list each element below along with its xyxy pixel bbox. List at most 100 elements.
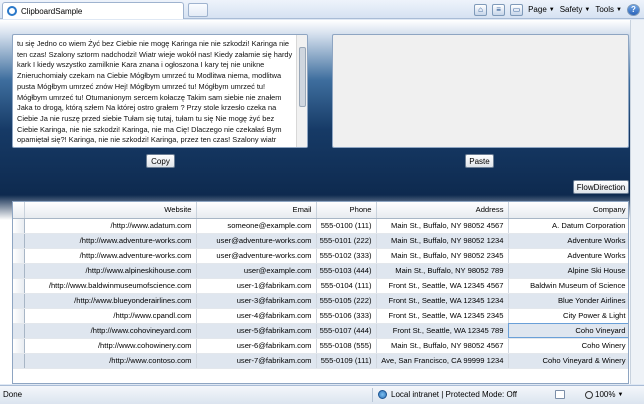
cell-website[interactable]: /http://www.contoso.com [24,353,197,369]
cell-website[interactable]: /http://www.adventure-works.com [24,233,197,249]
browser-tab[interactable]: ClipboardSample [2,2,184,19]
row-header[interactable] [13,353,25,369]
cell-address[interactable]: Front St., Seattle, WA 12345 4567 [376,278,509,294]
cell-address[interactable]: Main St., Buffalo, NY 98052 4567 [376,338,509,354]
cell-email[interactable]: user@adventure-works.com [196,248,317,264]
print-icon[interactable]: ▭ [510,3,524,16]
paste-target-box[interactable] [332,34,629,148]
safety-menu[interactable]: Safety ▼ [560,5,591,14]
cell-address[interactable]: Front St., Seattle, WA 12345 789 [376,323,509,339]
cell-website[interactable]: /http://www.alpineskihouse.com [24,263,197,279]
table-row[interactable]: /http://www.alpineskihouse.com user@exam… [13,263,628,279]
row-header[interactable] [13,218,25,234]
cell-phone[interactable]: 555-0106 (333) [316,308,377,324]
cell-address[interactable]: Main St., Buffalo, NY 98052 2345 [376,248,509,264]
page-menu[interactable]: Page ▼ [528,5,555,14]
row-header[interactable] [13,248,25,264]
cell-company[interactable]: City Power & Light [508,308,628,324]
source-textbox[interactable]: tu się Jedno co wiem Żyć bez Ciebie nie … [12,34,308,148]
cell-company[interactable]: Coho Vineyard [508,323,628,339]
table-row[interactable]: /http://www.cohovineyard.com user-5@fabr… [13,323,628,339]
feeds-icon[interactable]: ≡ [492,3,506,16]
cell-phone[interactable]: 555-0101 (222) [316,233,377,249]
cell-email[interactable]: user-4@fabrikam.com [196,308,317,324]
table-row[interactable]: /http://www.contoso.com user-7@fabrikam.… [13,353,628,369]
tools-menu[interactable]: Tools ▼ [595,5,622,14]
cell-website[interactable]: /http://www.blueyonderairlines.com [24,293,197,309]
table-row[interactable]: /http://www.cohowinery.com user-6@fabrik… [13,338,628,354]
table-row[interactable]: /http://www.adatum.com someone@example.c… [13,218,628,234]
cell-website[interactable]: /http://www.adventure-works.com [24,248,197,264]
cell-website[interactable]: /http://www.cohowinery.com [24,338,197,354]
data-grid[interactable]: Website Email Phone Address Company /htt… [12,201,629,384]
cell-address[interactable]: Main St., Buffalo, NY 98052 1234 [376,233,509,249]
cell-phone[interactable]: 555-0103 (444) [316,263,377,279]
cell-email[interactable]: user-7@fabrikam.com [196,353,317,369]
cell-address[interactable]: Main St., Buffalo, NY 98052 789 [376,263,509,279]
column-header-website[interactable]: Website [24,202,197,219]
row-header[interactable] [13,323,25,339]
help-icon[interactable]: ? [627,3,640,16]
cell-company[interactable]: Adventure Works [508,233,628,249]
cell-email[interactable]: user-5@fabrikam.com [196,323,317,339]
cell-phone[interactable]: 555-0105 (222) [316,293,377,309]
row-header[interactable] [13,338,25,354]
row-header[interactable] [13,308,25,324]
table-row[interactable]: /http://www.baldwinmuseumofscience.com u… [13,278,628,294]
scrollbar-thumb[interactable] [299,47,306,107]
cell-website[interactable]: /http://www.adatum.com [24,218,197,234]
page-scrollbar[interactable] [630,20,644,384]
table-row[interactable]: /http://www.blueyonderairlines.com user-… [13,293,628,309]
cell-company[interactable]: Coho Winery [508,338,628,354]
table-row[interactable]: /http://www.cpandl.com user-4@fabrikam.c… [13,308,628,324]
row-header[interactable] [13,263,25,279]
row-header[interactable] [13,233,25,249]
column-header-phone[interactable]: Phone [316,202,377,219]
cell-address[interactable]: Ave, San Francisco, CA 99999 1234 [376,353,509,369]
cell-phone[interactable]: 555-0108 (555) [316,338,377,354]
status-bar: Done Local intranet | Protected Mode: Of… [0,385,644,404]
cell-address[interactable]: Main St., Buffalo, NY 98052 4567 [376,218,509,234]
column-header-company[interactable]: Company [508,202,628,219]
cell-address[interactable]: Front St., Seattle, WA 12345 2345 [376,308,509,324]
cell-address[interactable]: Front St., Seattle, WA 12345 1234 [376,293,509,309]
protected-mode-icon[interactable] [555,390,565,399]
zoom-control[interactable]: 100% ▼ [585,390,623,399]
grid-corner [13,202,25,219]
cell-phone[interactable]: 555-0107 (444) [316,323,377,339]
row-header[interactable] [13,293,25,309]
cell-phone[interactable]: 555-0102 (333) [316,248,377,264]
cell-email[interactable]: user-6@fabrikam.com [196,338,317,354]
cell-phone[interactable]: 555-0104 (111) [316,278,377,294]
security-zone[interactable]: Local intranet | Protected Mode: Off [378,390,517,399]
paste-button[interactable]: Paste [465,154,494,168]
cell-email[interactable]: user@example.com [196,263,317,279]
cell-email[interactable]: user-3@fabrikam.com [196,293,317,309]
column-header-address[interactable]: Address [376,202,509,219]
cell-website[interactable]: /http://www.cpandl.com [24,308,197,324]
copy-button[interactable]: Copy [146,154,175,168]
source-text[interactable]: tu się Jedno co wiem Żyć bez Ciebie nie … [17,39,297,147]
column-header-email[interactable]: Email [196,202,317,219]
new-tab-button[interactable] [188,3,208,17]
cell-company[interactable]: Coho Vineyard & Winery [508,353,628,369]
cell-company[interactable]: Adventure Works [508,248,628,264]
flow-direction-button[interactable]: FlowDirection [573,180,629,194]
table-row[interactable]: /http://www.adventure-works.com user@adv… [13,233,628,249]
cell-email[interactable]: user@adventure-works.com [196,233,317,249]
cell-company[interactable]: Baldwin Museum of Science [508,278,628,294]
cell-email[interactable]: someone@example.com [196,218,317,234]
home-icon[interactable]: ⌂ [474,3,488,16]
row-header[interactable] [13,278,25,294]
cell-website[interactable]: /http://www.baldwinmuseumofscience.com [24,278,197,294]
cell-company[interactable]: Alpine Ski House [508,263,628,279]
cell-phone[interactable]: 555-0100 (111) [316,218,377,234]
cell-company[interactable]: Blue Yonder Airlines [508,293,628,309]
cell-website[interactable]: /http://www.cohovineyard.com [24,323,197,339]
table-row[interactable]: /http://www.adventure-works.com user@adv… [13,248,628,264]
cell-email[interactable]: user-1@fabrikam.com [196,278,317,294]
cell-phone[interactable]: 555-0109 (111) [316,353,377,369]
grid-header-row: Website Email Phone Address Company [13,202,628,219]
textbox-scrollbar[interactable] [296,35,307,147]
cell-company[interactable]: A. Datum Corporation [508,218,628,234]
